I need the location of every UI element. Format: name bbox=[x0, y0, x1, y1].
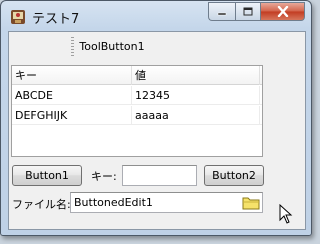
client-area: ToolButton1 キー 値 ABCDE 12345 DEFGHIJK aa… bbox=[8, 31, 306, 230]
button-2[interactable]: Button2 bbox=[204, 165, 264, 186]
minimize-icon bbox=[217, 12, 227, 15]
key-input[interactable] bbox=[123, 166, 196, 185]
caption-buttons bbox=[208, 2, 305, 21]
grid-header: キー 値 bbox=[12, 66, 262, 85]
close-icon bbox=[277, 6, 288, 17]
key-field[interactable] bbox=[122, 165, 197, 186]
table-row[interactable]: DEFGHIJK aaaaa bbox=[12, 106, 262, 125]
app-icon[interactable] bbox=[10, 9, 26, 25]
toolbar-grip[interactable] bbox=[71, 37, 74, 56]
grid-cell-key[interactable]: DEFGHIJK bbox=[12, 106, 132, 125]
tool-button-1[interactable]: ToolButton1 bbox=[76, 36, 148, 57]
grid-column-key[interactable]: キー bbox=[12, 66, 132, 85]
maximize-icon bbox=[243, 7, 253, 16]
grid-cell-value[interactable]: 12345 bbox=[132, 86, 260, 105]
table-row[interactable]: ABCDE 12345 bbox=[12, 86, 262, 105]
grid-cell-value[interactable]: aaaaa bbox=[132, 106, 260, 125]
key-value-grid[interactable]: キー 値 ABCDE 12345 DEFGHIJK aaaaa bbox=[11, 65, 263, 157]
title-bar[interactable]: テスト7 bbox=[1, 1, 311, 31]
maximize-button[interactable] bbox=[235, 2, 261, 21]
minimize-button[interactable] bbox=[208, 2, 235, 21]
filename-input[interactable] bbox=[71, 193, 262, 212]
close-button[interactable] bbox=[261, 2, 305, 21]
folder-icon[interactable] bbox=[242, 195, 260, 210]
grid-cell-key[interactable]: ABCDE bbox=[12, 86, 132, 105]
button-1[interactable]: Button1 bbox=[12, 165, 82, 186]
app-window: テスト7 ToolButton1 キー 値 ABCDE 12345 DEFGHI… bbox=[0, 0, 312, 236]
toolbar: ToolButton1 bbox=[9, 32, 305, 61]
window-title: テスト7 bbox=[32, 12, 80, 27]
filename-label: ファイル名: bbox=[12, 198, 71, 211]
key-label: キー: bbox=[91, 170, 117, 183]
filename-field[interactable] bbox=[70, 192, 263, 213]
grid-column-value[interactable]: 値 bbox=[132, 66, 260, 85]
mouse-cursor-icon bbox=[279, 204, 293, 224]
